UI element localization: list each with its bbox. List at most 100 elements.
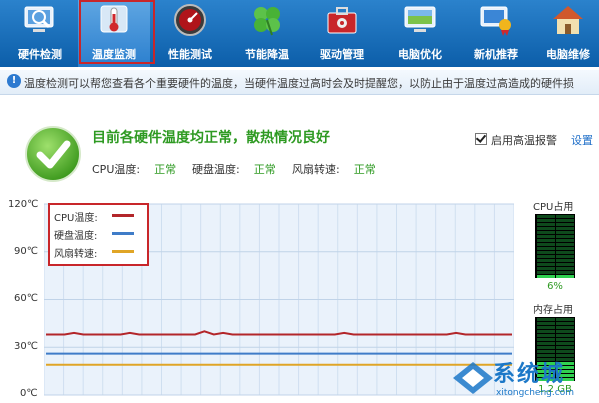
cpu-meter-segment <box>537 239 555 242</box>
cpu-meter-segment <box>537 247 555 250</box>
cpu-meter-segment <box>556 243 574 246</box>
checkbox-checked-icon[interactable] <box>475 133 487 145</box>
legend-item-cpu: CPU温度: <box>54 209 134 224</box>
cpu-meter-segment <box>537 223 555 226</box>
cpu-meter-segment <box>556 247 574 250</box>
memory-meter-segment <box>556 330 574 333</box>
legend-label: 风扇转速: <box>54 249 98 260</box>
memory-meter-segment <box>556 322 574 325</box>
monitor-magnifier-icon <box>24 6 54 32</box>
tab-pc-repair[interactable]: 电脑维修 <box>532 0 599 67</box>
cpu-meter-segment <box>537 215 555 218</box>
cpu-meter-segment <box>537 235 555 238</box>
memory-meter-segment <box>537 322 555 325</box>
cpu-meter-segment <box>556 259 574 262</box>
cpu-meter-segment <box>537 263 555 266</box>
cpu-temp-status: CPU温度: 正常 <box>92 161 176 177</box>
gauge-icon <box>174 4 206 36</box>
house-icon <box>553 6 583 34</box>
disk-temp-status: 硬盘温度: 正常 <box>192 161 276 177</box>
watermark-text: 系统城 <box>493 362 566 387</box>
toolbox-icon <box>327 7 357 34</box>
checkmark-icon <box>25 126 81 182</box>
disk-temp-value: 正常 <box>253 163 276 176</box>
y-tick-label: 30℃ <box>14 341 38 352</box>
memory-meter-segment <box>537 318 555 321</box>
memory-meter-segment <box>537 342 555 345</box>
cpu-meter-segment <box>556 235 574 238</box>
cpu-meter-segment <box>537 243 555 246</box>
tab-new-pc-recommend[interactable]: 新机推荐 <box>460 0 532 67</box>
y-tick-label: 0℃ <box>20 388 38 399</box>
cpu-meter-segment <box>556 231 574 234</box>
tab-pc-optimize[interactable]: 电脑优化 <box>384 0 456 67</box>
memory-meter-segment <box>556 342 574 345</box>
cpu-meter-segment <box>537 259 555 262</box>
alarm-label: 启用高温报警 <box>491 134 557 147</box>
memory-meter-segment <box>556 326 574 329</box>
y-tick-label: 120℃ <box>8 199 39 210</box>
monitor-landscape-icon <box>404 6 436 32</box>
fan-speed-status: 风扇转速: 正常 <box>292 161 376 177</box>
cpu-meter-segment <box>556 215 574 218</box>
main-toolbar: 硬件检测 温度监测 性能测试 节能降温 驱动管理 电脑优化 新机推荐 电脑维修 <box>0 0 599 67</box>
cpu-meter-segment <box>556 275 574 278</box>
cpu-temp-label: CPU温度: <box>92 163 141 176</box>
fan-speed-label: 风扇转速: <box>292 163 340 176</box>
high-temp-alarm-checkbox[interactable]: 启用高温报警 <box>475 132 557 148</box>
monitor-award-icon <box>480 6 511 36</box>
disk-temp-label: 硬盘温度: <box>192 163 240 176</box>
memory-usage-title: 内存占用 <box>533 305 573 316</box>
tab-hardware-detect[interactable]: 硬件检测 <box>4 0 76 67</box>
settings-link[interactable]: 设置 <box>571 132 593 148</box>
tab-label: 驱动管理 <box>320 48 364 61</box>
memory-meter-segment <box>537 326 555 329</box>
cpu-meter-segment <box>537 267 555 270</box>
cpu-temp-value: 正常 <box>154 163 177 176</box>
memory-meter-segment <box>556 318 574 321</box>
legend-label: 硬盘温度: <box>54 231 98 242</box>
tab-label: 性能测试 <box>168 48 212 61</box>
legend-item-fan: 风扇转速: <box>54 245 134 260</box>
memory-meter-segment <box>537 338 555 341</box>
cpu-meter-segment <box>556 251 574 254</box>
cpu-usage-title: CPU占用 <box>533 202 574 213</box>
tab-label: 硬件检测 <box>18 48 62 61</box>
memory-meter-segment <box>556 334 574 337</box>
memory-meter-segment <box>537 346 555 349</box>
cpu-meter-segment <box>556 227 574 230</box>
cpu-meter-segment <box>537 231 555 234</box>
cpu-meter-segment <box>556 263 574 266</box>
y-tick-label: 60℃ <box>14 293 38 304</box>
tab-label: 节能降温 <box>245 48 289 61</box>
tab-driver-manager[interactable]: 驱动管理 <box>306 0 378 67</box>
cpu-meter-segment <box>537 275 555 278</box>
memory-meter-segment <box>537 334 555 337</box>
cpu-meter-segment <box>556 255 574 258</box>
cpu-meter-segment <box>556 267 574 270</box>
legend-item-disk: 硬盘温度: <box>54 227 134 242</box>
cpu-meter-segment <box>537 271 555 274</box>
memory-meter-segment <box>556 338 574 341</box>
cpu-meter-segment <box>537 255 555 258</box>
tab-label: 电脑优化 <box>398 48 442 61</box>
memory-meter-segment <box>537 330 555 333</box>
y-tick-label: 90℃ <box>14 246 38 257</box>
tab-temperature-monitor[interactable]: 温度监测 <box>78 0 155 67</box>
status-headline: 目前各硬件温度均正常，散热情况良好 <box>92 130 330 146</box>
clover-icon <box>254 7 280 36</box>
cpu-meter-segment <box>556 271 574 274</box>
memory-meter-segment <box>556 346 574 349</box>
info-icon: ! <box>7 74 21 88</box>
tab-performance-test[interactable]: 性能测试 <box>154 0 226 67</box>
tab-label: 电脑维修 <box>546 48 590 61</box>
cpu-usage-meter <box>535 214 575 278</box>
cpu-meter-segment <box>537 251 555 254</box>
tab-energy-cooling[interactable]: 节能降温 <box>231 0 303 67</box>
thermometer-icon <box>100 5 128 33</box>
tab-label: 新机推荐 <box>474 48 518 61</box>
legend-swatch <box>112 250 134 253</box>
cpu-usage-value: 6% <box>547 281 563 292</box>
cpu-meter-segment <box>556 223 574 226</box>
watermark-url: xitongcheng.com <box>496 388 574 398</box>
